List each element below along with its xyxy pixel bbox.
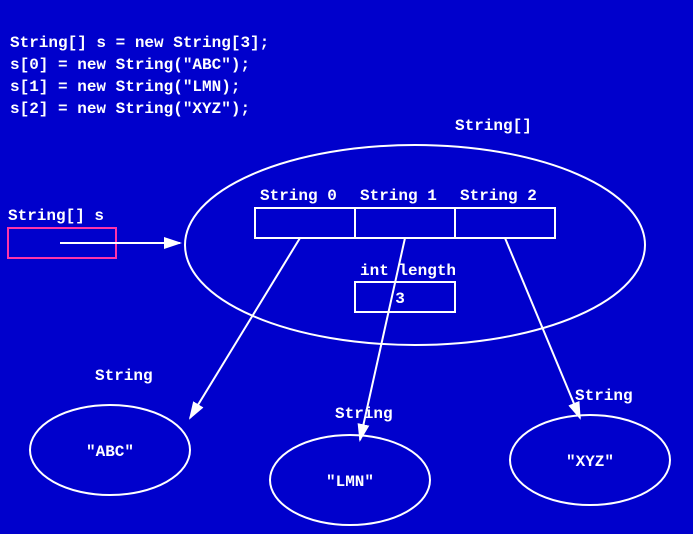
- obj2-value: "XYZ": [566, 453, 614, 471]
- slot0-label: String 0: [260, 187, 337, 205]
- obj0-value: "ABC": [86, 443, 134, 461]
- obj2-type: String: [575, 387, 633, 405]
- length-value: 3: [395, 290, 405, 308]
- length-box: [355, 282, 455, 312]
- array-cells-box: [255, 208, 555, 238]
- diagram-canvas: String[] s String[] String 0 String 1 St…: [0, 0, 693, 534]
- obj1-type: String: [335, 405, 393, 423]
- slot1-label: String 1: [360, 187, 437, 205]
- length-label: int length: [360, 262, 456, 280]
- arrow-cell2: [505, 238, 580, 418]
- array-type-label: String[]: [455, 117, 532, 135]
- obj1-value: "LMN": [326, 473, 374, 491]
- var-label: String[] s: [8, 207, 104, 225]
- slot2-label: String 2: [460, 187, 537, 205]
- obj0-type: String: [95, 367, 153, 385]
